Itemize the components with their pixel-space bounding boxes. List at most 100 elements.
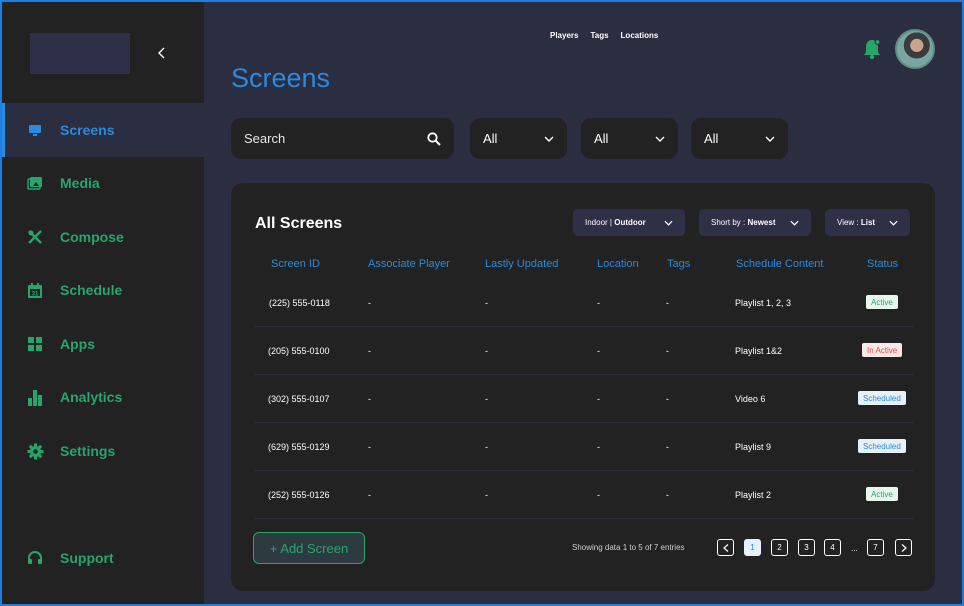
sidebar-item-label: Media [60,175,100,191]
sidebar-item-apps[interactable]: Apps [2,317,204,371]
column-header-tags[interactable]: Tags [667,258,690,270]
chevron-left-icon [722,543,728,552]
cell-tags: - [666,490,669,500]
top-nav-tags[interactable]: Tags [590,31,608,40]
entries-info: Showing data 1 to 5 of 7 entries [572,543,685,552]
view-dropdown[interactable]: View : List [825,209,910,236]
cell-content: Video 6 [735,394,766,404]
column-header-lastly-updated[interactable]: Lastly Updated [485,258,558,270]
pagination-page-1[interactable]: 1 [744,539,761,556]
search-placeholder: Search [244,131,286,146]
cell-content: Playlist 1&2 [735,346,783,356]
sidebar-item-label: Apps [60,336,95,352]
sidebar-item-analytics[interactable]: Analytics [2,370,204,424]
cell-screen-id: (629) 555-0129 [268,442,330,452]
calendar-icon: 31 [26,281,44,299]
svg-text:31: 31 [32,291,39,297]
cell-updated: - [485,298,488,308]
sort-text: Short by : Newest [711,218,776,227]
logo-placeholder [30,33,130,74]
cell-content: Playlist 1, 2, 3 [735,298,792,308]
sidebar-item-label: Schedule [60,282,123,298]
toggle-text: Indoor | Outdoor [585,218,646,227]
table-row[interactable]: (252) 555-0126 - - - - Playlist 2 Active [255,471,913,519]
bar-chart-icon [26,388,44,406]
pagination-ellipsis: ... [851,544,858,553]
filter-dropdown-3[interactable]: All [691,118,788,159]
cell-tags: - [666,298,669,308]
filter-dropdown-2[interactable]: All [581,118,678,159]
pagination-page-3[interactable]: 3 [798,539,815,556]
cell-updated: - [485,346,488,356]
sidebar-item-settings[interactable]: Settings [2,424,204,478]
cell-location: - [597,394,600,404]
sidebar-item-label: Settings [60,443,116,459]
top-nav-locations[interactable]: Locations [621,31,659,40]
pagination-page-2[interactable]: 2 [771,539,788,556]
column-header-associate-player[interactable]: Associate Player [368,258,450,270]
collapse-sidebar-button[interactable] [152,42,172,64]
status-badge: Active [866,295,898,309]
card-title: All Screens [255,215,343,232]
page-title: Screens [231,63,331,93]
sidebar-item-label: Screens [60,122,115,138]
cell-screen-id: (302) 555-0107 [268,394,330,404]
notification-button[interactable] [862,38,882,60]
search-input[interactable]: Search [231,118,454,159]
table-row[interactable]: (205) 555-0100 - - - - Playlist 1&2 In A… [255,327,913,375]
column-header-schedule-content[interactable]: Schedule Content [736,258,823,270]
sidebar-item-compose[interactable]: Compose [2,210,204,264]
column-header-screen-id[interactable]: Screen ID [271,258,320,270]
cell-tags: - [666,442,669,452]
toggle-outdoor: Outdoor [614,218,646,227]
filter-dropdown-1[interactable]: All [470,118,567,159]
apps-grid-icon [26,335,44,353]
cell-tags: - [666,346,669,356]
cell-location: - [597,442,600,452]
chevron-down-icon [889,220,898,226]
sidebar-item-schedule[interactable]: 31 Schedule [2,263,204,317]
dropdown-value: All [704,131,719,146]
cell-content: Playlist 9 [735,442,772,452]
cell-screen-id: (205) 555-0100 [268,346,330,356]
cell-player: - [368,346,371,356]
cell-tags: - [666,394,669,404]
sidebar-item-label: Compose [60,229,124,245]
sort-prefix: Short by : [711,218,746,227]
sort-value: Newest [747,218,776,227]
pagination-page-4[interactable]: 4 [824,539,841,556]
table-row[interactable]: (629) 555-0129 - - - - Playlist 9 Schedu… [255,423,913,471]
cell-updated: - [485,442,488,452]
column-header-location[interactable]: Location [597,258,639,270]
chevron-down-icon [664,220,673,226]
status-badge: Scheduled [858,439,906,453]
view-text: View : List [837,218,875,227]
sidebar-item-screens[interactable]: Screens [2,103,204,157]
cell-player: - [368,442,371,452]
sidebar-item-label: Support [60,550,114,566]
avatar[interactable] [895,29,935,69]
cell-screen-id: (252) 555-0126 [268,490,330,500]
pagination-next-button[interactable] [895,539,912,556]
add-screen-button[interactable]: + Add Screen [253,532,365,564]
cell-updated: - [485,394,488,404]
sort-dropdown[interactable]: Short by : Newest [699,209,811,236]
compose-tools-icon [26,228,44,246]
toggle-indoor: Indoor [585,218,608,227]
pagination-prev-button[interactable] [717,539,734,556]
search-icon[interactable] [427,131,441,146]
table-row[interactable]: (302) 555-0107 - - - - Video 6 Scheduled [255,375,913,423]
sidebar-item-media[interactable]: Media [2,156,204,210]
monitor-icon [26,121,44,139]
column-header-status[interactable]: Status [867,258,898,270]
pagination-page-7[interactable]: 7 [867,539,884,556]
cell-location: - [597,346,600,356]
table-row[interactable]: (225) 555-0118 - - - - Playlist 1, 2, 3 … [255,279,913,327]
cell-player: - [368,490,371,500]
gear-icon [26,442,44,460]
chevron-down-icon [544,136,554,142]
sidebar-item-support[interactable]: Support [2,531,204,585]
indoor-outdoor-toggle[interactable]: Indoor | Outdoor [573,209,685,236]
top-nav-players[interactable]: Players [550,31,578,40]
media-icon [26,174,44,192]
